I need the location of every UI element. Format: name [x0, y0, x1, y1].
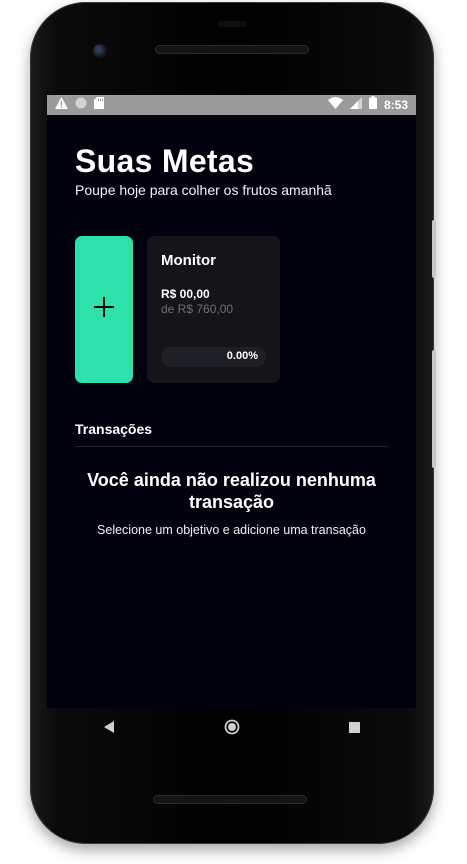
plus-icon	[94, 297, 114, 322]
app-screen: 8:53 Suas Metas Poupe hoje para colher o…	[47, 95, 416, 708]
goal-name: Monitor	[161, 252, 216, 269]
warning-icon	[55, 96, 68, 114]
back-icon	[103, 720, 115, 738]
add-goal-button[interactable]	[75, 236, 133, 383]
empty-state-subtitle: Selecione um objetivo e adicione uma tra…	[97, 523, 366, 537]
goal-saved-amount: R$ 00,00	[161, 287, 210, 301]
wifi-icon	[327, 96, 343, 114]
status-bar: 8:53	[47, 95, 416, 115]
page-subtitle: Poupe hoje para colher os frutos amanhã	[75, 182, 332, 198]
front-camera	[93, 44, 107, 58]
page-title: Suas Metas	[75, 143, 255, 179]
goals-carousel[interactable]: Monitor R$ 00,00 de R$ 760,00 0.00%	[75, 236, 388, 383]
home-icon	[224, 719, 240, 740]
goal-progress-bar: 0.00%	[161, 347, 266, 367]
transactions-heading: Transações	[75, 421, 153, 437]
battery-icon	[368, 96, 377, 114]
proximity-sensor	[217, 21, 247, 27]
goal-target-amount: de R$ 760,00	[161, 302, 234, 316]
empty-state-title: Você ainda não realizou nenhuma transaçã…	[87, 470, 376, 512]
status-time: 8:53	[383, 98, 408, 112]
signal-icon	[349, 96, 362, 114]
home-button[interactable]	[212, 709, 252, 749]
volume-button	[432, 350, 436, 468]
recents-icon	[349, 720, 360, 738]
recents-button[interactable]	[335, 709, 375, 749]
section-divider	[75, 446, 388, 447]
circle-icon	[75, 96, 87, 114]
sd-card-icon	[94, 96, 104, 114]
bottom-speaker	[153, 795, 307, 804]
goal-card[interactable]: Monitor R$ 00,00 de R$ 760,00 0.00%	[147, 236, 280, 383]
back-button[interactable]	[89, 709, 129, 749]
power-button	[432, 220, 436, 278]
goal-progress-label: 0.00%	[226, 350, 258, 362]
android-nav-bar	[47, 708, 416, 750]
main-content: Suas Metas Poupe hoje para colher os fru…	[47, 143, 416, 537]
top-speaker	[155, 45, 309, 54]
